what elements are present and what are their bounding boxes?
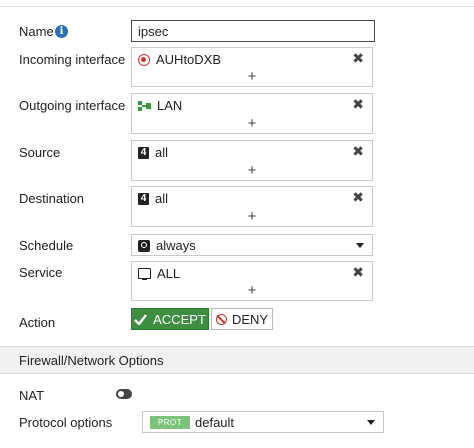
accept-label: ACCEPT [153, 311, 206, 327]
deny-button[interactable]: DENY [211, 308, 273, 330]
lan-icon [138, 100, 151, 112]
incoming-interface-label: Incoming interface [19, 52, 126, 67]
outgoing-interface-entry[interactable]: LAN [138, 98, 182, 113]
name-label: Name [19, 24, 54, 39]
service-value: ALL [157, 266, 181, 281]
source-label: Source [19, 145, 61, 160]
remove-source-button[interactable]: ✖ [352, 143, 364, 160]
destination-value: all [155, 191, 169, 206]
accept-button[interactable]: ACCEPT [131, 308, 209, 330]
outgoing-interface-value: LAN [157, 98, 183, 113]
remove-outgoing-interface-button[interactable]: ✖ [352, 96, 364, 113]
service-entry[interactable]: ALL [138, 266, 180, 281]
schedule-entry: always [138, 238, 196, 253]
add-incoming-interface-button[interactable]: + [132, 68, 372, 85]
protocol-options-select[interactable]: PROT default [142, 411, 384, 433]
add-destination-button[interactable]: + [132, 208, 372, 225]
outgoing-interface-label: Outgoing interface [19, 98, 126, 113]
action-label: Action [19, 315, 56, 330]
deny-icon [215, 313, 227, 325]
service-icon [138, 268, 151, 280]
remove-destination-button[interactable]: ✖ [352, 189, 364, 206]
prot-badge: PROT [150, 416, 190, 429]
site-to-site-vpn-icon [138, 53, 150, 66]
schedule-label: Schedule [19, 238, 74, 253]
incoming-interface-value: AUHtoDXB [156, 52, 222, 67]
ipv4-address-icon: 4 [138, 192, 149, 205]
info-icon[interactable]: i [55, 25, 68, 38]
source-value: all [155, 145, 169, 160]
add-service-button[interactable]: + [132, 282, 372, 299]
firewall-network-options-header: Firewall/Network Options [0, 346, 474, 374]
deny-label: DENY [231, 311, 269, 327]
add-source-button[interactable]: + [132, 162, 372, 179]
service-label: Service [19, 265, 63, 280]
schedule-value: always [156, 238, 196, 253]
schedule-select[interactable]: always [131, 234, 373, 256]
chevron-down-icon[interactable] [356, 243, 364, 248]
top-divider [0, 6, 474, 7]
incoming-interface-field[interactable]: AUHtoDXB ✖ + [131, 47, 373, 87]
name-input[interactable] [131, 20, 375, 42]
ipv4-address-icon: 4 [138, 146, 149, 159]
outgoing-interface-field[interactable]: LAN ✖ + [131, 93, 373, 134]
destination-label: Destination [19, 191, 85, 206]
nat-label: NAT [19, 388, 45, 403]
protocol-options-value: default [195, 415, 235, 430]
destination-entry[interactable]: 4 all [138, 191, 168, 206]
schedule-clock-icon [138, 239, 150, 252]
protocol-options-label: Protocol options [19, 415, 113, 430]
add-outgoing-interface-button[interactable]: + [132, 115, 372, 132]
chevron-down-icon[interactable] [367, 420, 375, 425]
destination-field[interactable]: 4 all ✖ + [131, 186, 373, 227]
remove-service-button[interactable]: ✖ [352, 264, 364, 281]
remove-incoming-interface-button[interactable]: ✖ [352, 50, 364, 67]
source-entry[interactable]: 4 all [138, 145, 168, 160]
incoming-interface-entry[interactable]: AUHtoDXB [138, 52, 221, 67]
nat-toggle[interactable] [116, 389, 132, 399]
checkmark-icon [134, 313, 148, 325]
service-field[interactable]: ALL ✖ + [131, 261, 373, 301]
section-title: Firewall/Network Options [19, 353, 164, 368]
source-field[interactable]: 4 all ✖ + [131, 140, 373, 181]
